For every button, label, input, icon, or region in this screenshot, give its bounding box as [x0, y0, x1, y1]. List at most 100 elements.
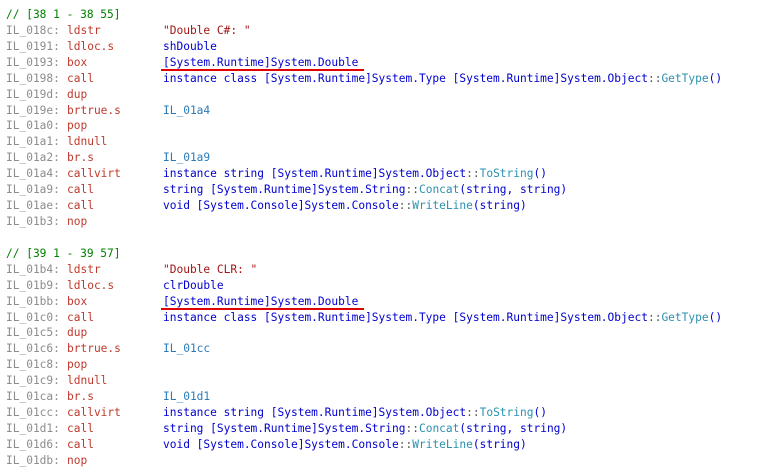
method-name: Concat: [418, 183, 460, 197]
il-instruction-row: IL_0193: box [System.Runtime]System.Double: [6, 55, 762, 71]
il-instruction-row: IL_01c5: dup: [6, 325, 762, 341]
il-offset-label: IL_01d6:: [6, 437, 60, 451]
il-opcode: dup: [67, 87, 88, 101]
method-name: GetType: [661, 71, 709, 85]
string-literal: "Double CLR: ": [163, 262, 258, 276]
il-offset-label: IL_0193:: [6, 55, 60, 69]
il-instruction-row: IL_01a2: br.s IL_01a9: [6, 150, 762, 166]
scope-separator: ::: [466, 406, 480, 420]
il-opcode: ldstr: [67, 262, 101, 276]
il-offset-label: IL_01a0:: [6, 119, 60, 133]
il-opcode: ldstr: [67, 23, 101, 37]
operand-text: instance class [System.Runtime]System.Ty…: [163, 310, 648, 324]
string-literal: "Double C#: ": [163, 23, 251, 37]
operand-text: instance string [System.Runtime]System.O…: [163, 406, 467, 420]
operand-text: string [System.Runtime]System.String: [163, 421, 406, 435]
il-offset-label: IL_01b4:: [6, 262, 60, 276]
il-operand: "Double C#: ": [163, 23, 251, 39]
il-opcode: ldloc.s: [67, 278, 115, 292]
il-offset-label: IL_018c:: [6, 23, 60, 37]
operand-text: (string, string): [459, 183, 568, 197]
operand-text: (): [533, 167, 547, 181]
operand-text: clrDouble: [163, 278, 224, 292]
il-offset-label: IL_01d1:: [6, 421, 60, 435]
il-opcode: ldnull: [67, 374, 108, 388]
il-offset-label: IL_01c5:: [6, 326, 60, 340]
il-offset-label: IL_01a1:: [6, 135, 60, 149]
il-instruction-row: IL_01db: nop: [6, 453, 762, 469]
il-offset-label: IL_01a9:: [6, 183, 60, 197]
operand-text: (): [533, 406, 547, 420]
il-offset-label: IL_01db:: [6, 453, 60, 467]
method-name: ToString: [479, 167, 534, 181]
scope-separator: ::: [405, 183, 419, 197]
il-instruction-row: IL_01d1: call string [System.Runtime]Syste…: [6, 421, 762, 437]
il-opcode: callvirt: [67, 406, 121, 420]
il-offset-label: IL_01ca:: [6, 390, 60, 404]
il-opcode: brtrue.s: [67, 342, 121, 356]
operand-text: instance class [System.Runtime]System.Ty…: [163, 71, 648, 85]
il-opcode: pop: [67, 358, 88, 372]
scope-separator: ::: [647, 71, 662, 85]
scope-separator: ::: [405, 421, 419, 435]
operand-text: [System.Runtime]System.Double: [163, 294, 359, 308]
operand-text: instance string [System.Runtime]System.O…: [163, 167, 467, 181]
il-opcode: ldnull: [67, 135, 108, 149]
il-offset-label: IL_01c9:: [6, 374, 60, 388]
il-opcode: call: [67, 71, 94, 85]
branch-label: IL_01a9: [163, 151, 211, 165]
il-instruction-row: IL_01a1: ldnull: [6, 134, 762, 150]
il-opcode: nop: [67, 214, 88, 228]
il-offset-label: IL_01b9:: [6, 278, 60, 292]
il-operand: void [System.Console]System.Console::Wri…: [163, 437, 527, 453]
il-instruction-row: IL_01b9: ldloc.s clrDouble: [6, 278, 762, 294]
il-opcode: brtrue.s: [67, 103, 121, 117]
il-instruction-row: IL_01c8: pop: [6, 357, 762, 373]
method-name: WriteLine: [412, 199, 473, 213]
il-operand: shDouble: [163, 39, 217, 55]
il-instruction-row: IL_01c0: call instance class [System.Runti…: [6, 310, 762, 326]
il-instruction-row: IL_018c: ldstr "Double C#: ": [6, 23, 762, 39]
source-line-comment: // [38 1 - 38 55]: [6, 8, 121, 21]
operand-text: [System.Runtime]System.Double: [163, 55, 359, 69]
il-offset-label: IL_01a2:: [6, 151, 60, 165]
il-operand: void [System.Console]System.Console::Wri…: [163, 198, 527, 214]
operand-text: (string, string): [459, 421, 568, 435]
il-opcode: pop: [67, 119, 88, 133]
il-operand: instance class [System.Runtime]System.Ty…: [163, 310, 722, 326]
il-operand: string [System.Runtime]System.String::Co…: [163, 421, 567, 437]
il-opcode: dup: [67, 326, 88, 340]
il-instruction-row: IL_019d: dup: [6, 87, 762, 103]
il-opcode: box: [67, 55, 88, 69]
il-instruction-row: IL_01d6: call void [System.Console]System.…: [6, 437, 762, 453]
branch-label: IL_01d1: [163, 390, 211, 404]
il-opcode: box: [67, 294, 88, 308]
il-offset-label: IL_019e:: [6, 103, 60, 117]
il-operand: IL_01a4: [163, 103, 210, 119]
il-instruction-row: IL_0198: call instance class [System.Runti…: [6, 71, 762, 87]
il-opcode: call: [67, 421, 94, 435]
method-name: Concat: [418, 421, 460, 435]
il-instruction-row: IL_0191: ldloc.s shDouble: [6, 39, 762, 55]
il-operand: instance class [System.Runtime]System.Ty…: [163, 71, 722, 87]
operand-text: (): [708, 310, 723, 324]
operand-text: shDouble: [163, 39, 217, 53]
il-operand: IL_01a9: [163, 150, 210, 166]
il-opcode: callvirt: [67, 167, 121, 181]
il-operand: clrDouble: [163, 278, 224, 294]
il-instruction-row: IL_01a4: callvirt instance string [System.…: [6, 166, 762, 182]
source-line-comment: // [39 1 - 39 57]: [6, 246, 121, 260]
il-offset-label: IL_0191:: [6, 39, 60, 53]
il-opcode: ldloc.s: [67, 39, 115, 53]
il-instruction-row: IL_019e: brtrue.s IL_01a4: [6, 103, 762, 119]
scope-separator: ::: [398, 437, 413, 451]
branch-label: IL_01cc: [163, 342, 211, 356]
il-opcode: br.s: [67, 390, 94, 404]
il-instruction-row: IL_01c9: ldnull: [6, 373, 762, 389]
scope-separator: ::: [647, 310, 662, 324]
il-instruction-row: IL_01a9: call string [System.Runtime]Syste…: [6, 182, 762, 198]
operand-text: (string): [472, 199, 527, 213]
il-offset-label: IL_01c0:: [6, 310, 60, 324]
method-name: GetType: [661, 310, 709, 324]
